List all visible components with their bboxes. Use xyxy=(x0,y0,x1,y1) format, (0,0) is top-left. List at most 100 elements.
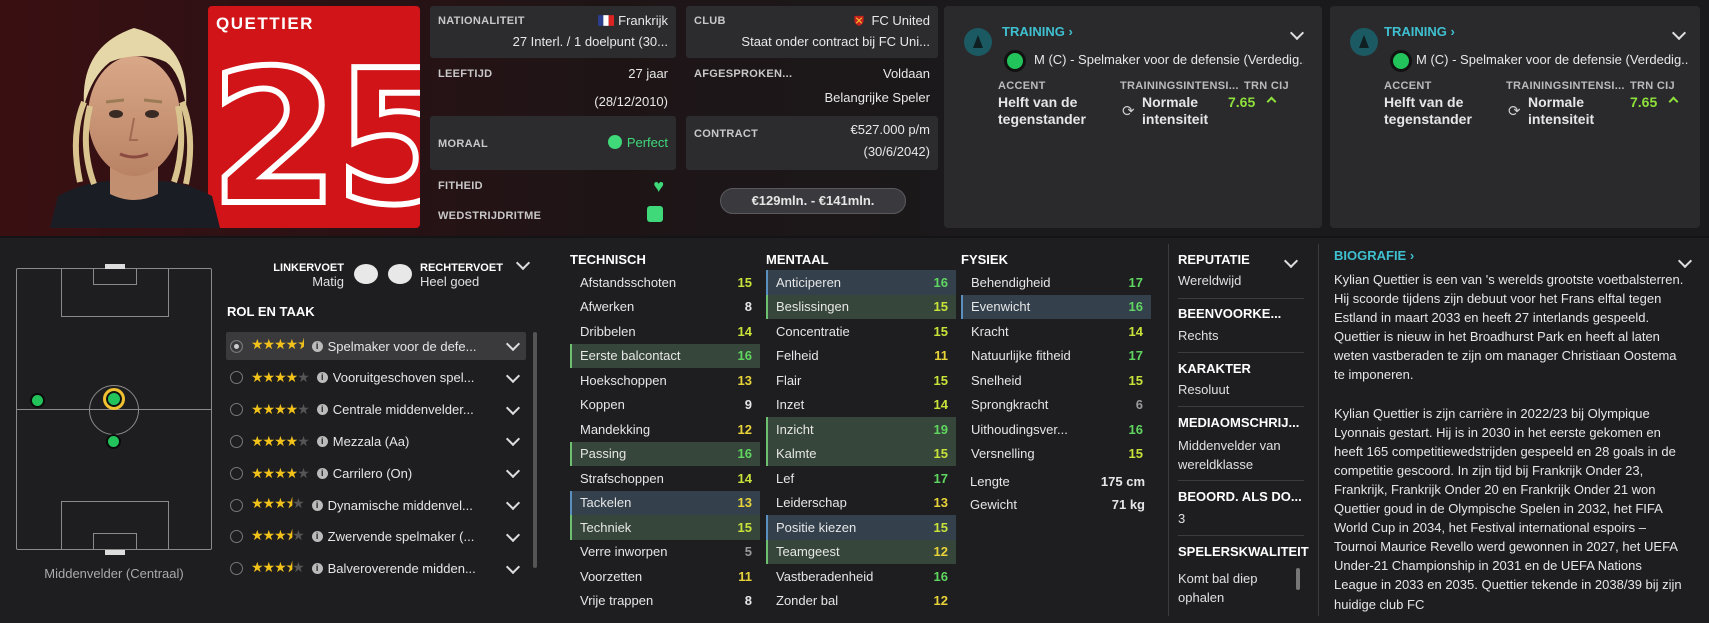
value-range-badge[interactable]: €129mln. - €141mln. xyxy=(720,188,906,214)
attribute-row[interactable]: Dribbelen 14 xyxy=(570,319,760,344)
attribute-row[interactable]: Snelheid 15 xyxy=(961,368,1151,393)
role-stars: ★★★★★ xyxy=(251,369,310,386)
accent-value: Helft van de tegenstander xyxy=(998,94,1086,127)
chevron-down-icon[interactable] xyxy=(505,559,521,574)
role-radio[interactable] xyxy=(230,371,243,385)
morale-cell[interactable]: MORAAL Perfect xyxy=(430,116,676,170)
info-icon[interactable]: i xyxy=(311,563,323,575)
chevron-down-icon[interactable] xyxy=(505,464,521,479)
attribute-row[interactable]: Uithoudingsver... 16 xyxy=(961,417,1151,442)
weight-row: Gewicht 71 kg xyxy=(970,497,1145,512)
role-radio[interactable] xyxy=(230,466,243,480)
training-role-2: M (C) - Spelmaker voor de defensie (Verd… xyxy=(1416,52,1688,67)
chevron-down-icon[interactable] xyxy=(1289,25,1305,41)
attribute-value: 8 xyxy=(744,299,752,315)
attribute-row[interactable]: Sprongkracht 6 xyxy=(961,393,1151,418)
role-radio[interactable] xyxy=(230,498,243,512)
info-icon[interactable]: i xyxy=(316,435,328,447)
attribute-value: 16 xyxy=(737,446,752,462)
role-radio[interactable] xyxy=(230,530,243,544)
role-row[interactable]: ★★★★★ i Carrilero (On) xyxy=(226,459,526,487)
role-row[interactable]: ★★★⯨★ i Dynamische middenvel... xyxy=(226,491,526,519)
attribute-row[interactable]: Anticiperen 16 xyxy=(766,270,956,295)
attribute-row[interactable]: Evenwicht 16 xyxy=(961,294,1151,319)
role-radio[interactable] xyxy=(230,339,243,353)
attribute-row[interactable]: Vrije trappen 8 xyxy=(570,589,760,614)
six-yard-box-bottom xyxy=(93,533,137,550)
role-row[interactable]: ★★★★⯨ i Spelmaker voor de defe... xyxy=(226,332,526,360)
side-scrollbar[interactable] xyxy=(1296,568,1300,590)
attribute-row[interactable]: Afwerken 8 xyxy=(570,295,760,320)
attribute-value: 15 xyxy=(933,323,948,339)
attribute-row[interactable]: Passing 16 xyxy=(570,441,760,466)
club-value[interactable]: FC United xyxy=(871,13,930,28)
club-cell[interactable]: CLUB FC United Staat onder contract bij … xyxy=(686,6,938,58)
role-row[interactable]: ★★★★★ i Vooruitgeschoven spel... xyxy=(226,364,526,392)
info-icon[interactable]: i xyxy=(311,340,323,352)
training-title-1[interactable]: TRAINING xyxy=(1002,24,1065,39)
match-fitness-label: WEDSTRIJDRITME xyxy=(438,210,542,222)
chevron-down-icon[interactable] xyxy=(505,432,521,447)
attribute-row[interactable]: Kalmte 15 xyxy=(766,441,956,466)
chevron-down-icon[interactable] xyxy=(505,400,521,415)
attribute-row[interactable]: Behendigheid 17 xyxy=(961,270,1151,295)
attribute-row[interactable]: Beslissingen 15 xyxy=(766,294,956,319)
info-icon[interactable]: i xyxy=(311,531,323,543)
attribute-row[interactable]: Inzet 14 xyxy=(766,393,956,418)
attribute-row[interactable]: Positie kiezen 15 xyxy=(766,515,956,540)
contract-cell[interactable]: CONTRACT €527.000 p/m (30/6/2042) xyxy=(686,116,938,170)
divider xyxy=(1178,298,1304,299)
attribute-row[interactable]: Inzicht 19 xyxy=(766,417,956,442)
attribute-row[interactable]: Teamgeest 12 xyxy=(766,539,956,564)
training-title-2[interactable]: TRAINING xyxy=(1384,24,1447,39)
attribute-row[interactable]: Flair 15 xyxy=(766,368,956,393)
attribute-value: 14 xyxy=(737,470,752,486)
attribute-row[interactable]: Vastberadenheid 16 xyxy=(766,564,956,589)
attribute-row[interactable]: Versnelling 15 xyxy=(961,442,1151,467)
role-row[interactable]: ★★★★★ i Centrale middenvelder... xyxy=(226,396,526,424)
attribute-row[interactable]: Voorzetten 11 xyxy=(570,564,760,589)
attribute-row[interactable]: Strafschoppen 14 xyxy=(570,466,760,491)
info-icon[interactable]: i xyxy=(316,404,328,416)
attribute-row[interactable]: Concentratie 15 xyxy=(766,319,956,344)
attribute-row[interactable]: Verre inworpen 5 xyxy=(570,540,760,565)
attribute-row[interactable]: Hoekschoppen 13 xyxy=(570,368,760,393)
chevron-down-icon[interactable] xyxy=(505,495,521,511)
info-icon[interactable]: i xyxy=(311,499,323,511)
attribute-row[interactable]: Kracht 14 xyxy=(961,319,1151,344)
attribute-row[interactable]: Zonder bal 12 xyxy=(766,589,956,614)
role-row[interactable]: ★★★⯨★ i Zwervende spelmaker (... xyxy=(226,523,526,551)
position-dot-dm[interactable] xyxy=(106,434,121,449)
info-icon[interactable]: i xyxy=(316,372,328,384)
chevron-down-icon[interactable] xyxy=(505,527,521,542)
attribute-row[interactable]: Mandekking 12 xyxy=(570,417,760,442)
attribute-row[interactable]: Tackelen 13 xyxy=(570,490,760,515)
biography-paragraph-2: Kylian Quettier is zijn carrière in 2022… xyxy=(1334,405,1682,612)
position-dot-left-mid[interactable] xyxy=(30,393,45,408)
roles-scrollbar[interactable] xyxy=(533,332,537,568)
attribute-row[interactable]: Koppen 9 xyxy=(570,393,760,418)
attribute-value: 15 xyxy=(1128,372,1143,388)
attribute-name: Evenwicht xyxy=(971,299,1031,315)
chevron-down-icon[interactable] xyxy=(505,336,521,352)
attribute-row[interactable]: Natuurlijke fitheid 17 xyxy=(961,344,1151,369)
attribute-value: 12 xyxy=(737,421,752,437)
biography-title[interactable]: BIOGRAFIE xyxy=(1334,248,1406,263)
chevron-down-icon[interactable] xyxy=(505,368,521,383)
role-radio[interactable] xyxy=(230,403,243,417)
attribute-row[interactable]: Leiderschap 13 xyxy=(766,491,956,516)
role-row[interactable]: ★★★★★ i Mezzala (Aa) xyxy=(226,427,526,455)
role-radio[interactable] xyxy=(230,562,243,576)
attribute-row[interactable]: Felheid 11 xyxy=(766,344,956,369)
attribute-row[interactable]: Lef 17 xyxy=(766,466,956,491)
info-icon[interactable]: i xyxy=(316,467,328,479)
role-row[interactable]: ★★★⯨★ i Balveroverende midden... xyxy=(226,555,526,583)
role-radio[interactable] xyxy=(230,434,243,448)
chevron-down-icon[interactable] xyxy=(1671,25,1687,41)
attribute-row[interactable]: Afstandsschoten 15 xyxy=(570,270,760,295)
attribute-row[interactable]: Techniek 15 xyxy=(570,515,760,540)
position-pitch[interactable] xyxy=(16,264,212,555)
attribute-row[interactable]: Eerste balcontact 16 xyxy=(570,343,760,368)
position-dot-main[interactable] xyxy=(103,388,125,410)
nationality-cell[interactable]: NATIONALITEIT Frankrijk 27 Interl. / 1 d… xyxy=(430,6,676,58)
